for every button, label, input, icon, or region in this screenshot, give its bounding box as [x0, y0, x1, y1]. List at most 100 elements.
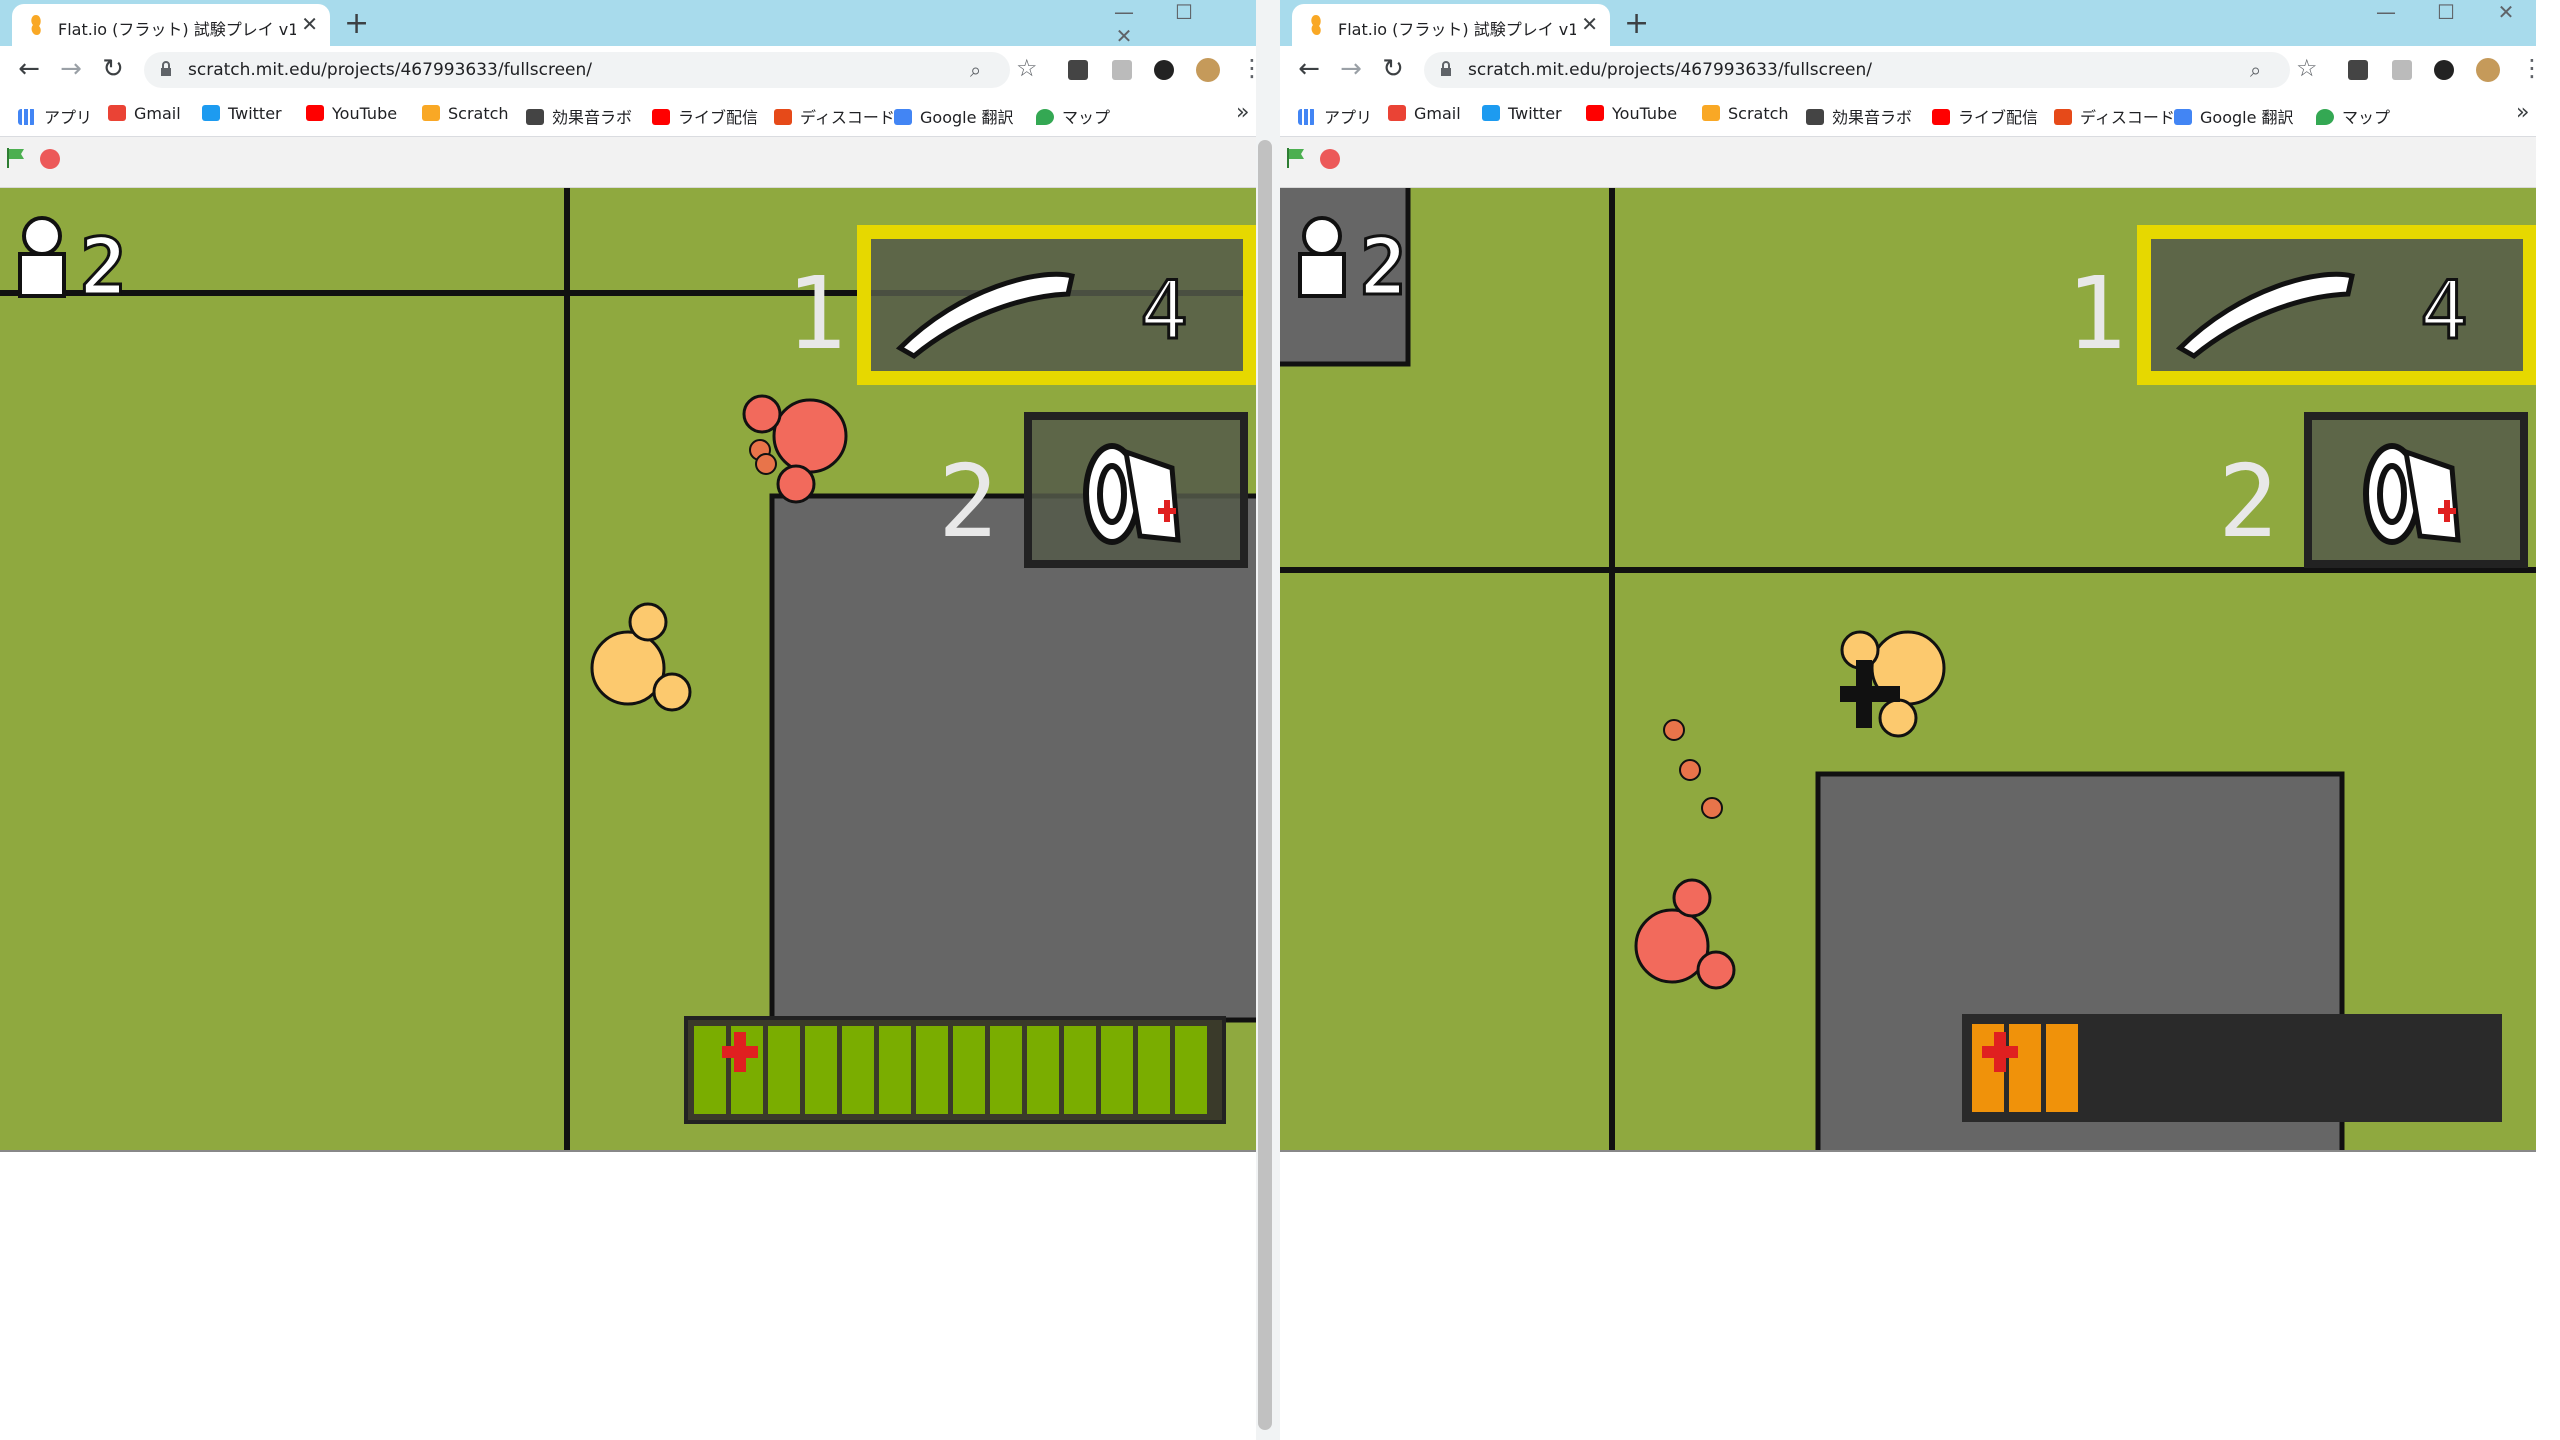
menu-icon[interactable]: ⋮ — [1240, 54, 1256, 82]
page-blank-area — [0, 1152, 1256, 1440]
browser-toolbar: ← → ↻ scratch.mit.edu/projects/467993633… — [0, 46, 1256, 94]
zoom-icon[interactable]: ⌕ — [2250, 58, 2261, 82]
bookmarks-more-icon[interactable]: » — [2516, 100, 2529, 125]
weapon-slot-1 — [857, 225, 1256, 385]
health-segment — [768, 1026, 800, 1114]
slot2-number: 2 — [938, 443, 998, 560]
address-bar[interactable]: scratch.mit.edu/projects/467993633/fulls… — [144, 52, 1010, 88]
bookmark-maps[interactable]: マップ — [2316, 104, 2390, 128]
extensions-puzzle-icon[interactable] — [1154, 60, 1174, 80]
player-count: 2 — [80, 223, 127, 313]
building — [769, 493, 1256, 1023]
slot1-number: 1 — [786, 255, 846, 372]
close-window-icon[interactable]: ✕ — [2476, 2, 2536, 22]
extension-cast-icon[interactable] — [2392, 60, 2412, 80]
game-stage[interactable]: 2 1 4 2 — [1280, 188, 2536, 1152]
url-text: scratch.mit.edu/projects/467993633/fulls… — [188, 60, 593, 80]
reload-icon[interactable]: ↻ — [1376, 54, 1410, 84]
bookmark-twitter[interactable]: Twitter — [1482, 104, 1562, 123]
new-tab-button[interactable]: + — [344, 6, 369, 41]
bookmark-sound-lab[interactable]: 効果音ラボ — [1806, 104, 1912, 128]
scrollbar[interactable] — [1256, 0, 1280, 1440]
bookmark-youtube[interactable]: YouTube — [1586, 104, 1677, 123]
maximize-icon[interactable]: ☐ — [2416, 2, 2476, 22]
discord-icon — [2054, 109, 2072, 125]
extension-cast-icon[interactable] — [1112, 60, 1132, 80]
bookmark-sound-lab[interactable]: 効果音ラボ — [526, 104, 632, 128]
zoom-icon[interactable]: ⌕ — [970, 58, 981, 82]
stop-icon[interactable] — [40, 149, 60, 169]
minimize-icon[interactable]: — — [1094, 2, 1154, 22]
bookmark-star-icon[interactable]: ☆ — [2296, 54, 2318, 82]
scratch-favicon-icon — [1311, 15, 1321, 35]
slot1-number: 1 — [2066, 255, 2126, 372]
address-bar[interactable]: scratch.mit.edu/projects/467993633/fulls… — [1424, 52, 2290, 88]
maximize-icon[interactable]: ☐ — [1154, 2, 1214, 22]
gmail-icon — [108, 105, 126, 121]
bookmark-live[interactable]: ライブ配信 — [652, 104, 758, 128]
bookmarks-bar: アプリ Gmail Twitter YouTube Scratch 効果音ラボ … — [1280, 94, 2536, 137]
extension-qr-icon[interactable] — [2348, 60, 2368, 80]
forward-icon[interactable]: → — [1334, 54, 1368, 84]
back-icon[interactable]: ← — [1292, 54, 1326, 84]
health-segment — [990, 1026, 1022, 1114]
bookmark-youtube[interactable]: YouTube — [306, 104, 397, 123]
browser-tab[interactable]: Flat.io (フラット) 試験プレイ v1.0 on ✕ — [1292, 4, 1610, 46]
menu-icon[interactable]: ⋮ — [2520, 54, 2536, 82]
tab-close-icon[interactable]: ✕ — [1581, 12, 1598, 36]
bookmark-scratch[interactable]: Scratch — [1702, 104, 1789, 123]
bookmark-maps[interactable]: マップ — [1036, 104, 1110, 128]
bookmark-twitter[interactable]: Twitter — [202, 104, 282, 123]
bookmark-apps[interactable]: アプリ — [1298, 104, 1372, 128]
stop-icon[interactable] — [1320, 149, 1340, 169]
tab-title: Flat.io (フラット) 試験プレイ v1.0 on — [1338, 20, 1576, 39]
extensions-puzzle-icon[interactable] — [2434, 60, 2454, 80]
bookmark-translate[interactable]: Google 翻訳 — [2174, 104, 2294, 128]
profile-avatar[interactable] — [2476, 58, 2500, 82]
player-count-icon — [18, 216, 66, 298]
green-flag-icon[interactable] — [1286, 147, 1306, 169]
bookmark-discord[interactable]: ディスコード — [2054, 104, 2175, 128]
bookmark-live[interactable]: ライブ配信 — [1932, 104, 2038, 128]
browser-toolbar: ← → ↻ scratch.mit.edu/projects/467993633… — [1280, 46, 2536, 94]
window-controls: —☐✕ — [2356, 0, 2536, 36]
bookmark-translate[interactable]: Google 翻訳 — [894, 104, 1014, 128]
translate-icon — [2174, 109, 2192, 125]
health-segment — [842, 1026, 874, 1114]
browser-tab[interactable]: Flat.io (フラット) 試験プレイ v1.0 on ✕ — [12, 4, 330, 46]
bookmark-star-icon[interactable]: ☆ — [1016, 54, 1038, 82]
tab-strip: Flat.io (フラット) 試験プレイ v1.0 on ✕ + —☐✕ — [0, 0, 1256, 46]
bookmark-gmail[interactable]: Gmail — [108, 104, 181, 123]
health-segment — [1138, 1026, 1170, 1114]
tab-close-icon[interactable]: ✕ — [301, 12, 318, 36]
forward-icon[interactable]: → — [54, 54, 88, 84]
twitter-icon — [202, 105, 220, 121]
back-icon[interactable]: ← — [12, 54, 46, 84]
player-count-icon — [1298, 216, 1346, 298]
extension-qr-icon[interactable] — [1068, 60, 1088, 80]
health-segment — [805, 1026, 837, 1114]
profile-avatar[interactable] — [1196, 58, 1220, 82]
lock-icon — [161, 61, 171, 76]
scratch-icon — [422, 105, 440, 121]
health-segment — [1064, 1026, 1096, 1114]
new-tab-button[interactable]: + — [1624, 6, 1649, 41]
reload-icon[interactable]: ↻ — [96, 54, 130, 84]
health-segment — [2046, 1024, 2078, 1112]
game-stage[interactable]: 2 1 4 2 — [0, 188, 1256, 1152]
green-flag-icon[interactable] — [6, 147, 26, 169]
bookmark-gmail[interactable]: Gmail — [1388, 104, 1461, 123]
bookmark-apps[interactable]: アプリ — [18, 104, 92, 128]
health-segment — [1101, 1026, 1133, 1114]
minimize-icon[interactable]: — — [2356, 2, 2416, 22]
twitter-icon — [1482, 105, 1500, 121]
bookmark-scratch[interactable]: Scratch — [422, 104, 509, 123]
map-pin-icon — [1036, 109, 1054, 125]
health-segment — [1027, 1026, 1059, 1114]
bookmarks-more-icon[interactable]: » — [1236, 100, 1249, 125]
bookmark-discord[interactable]: ディスコード — [774, 104, 895, 128]
url-text: scratch.mit.edu/projects/467993633/fulls… — [1468, 60, 1873, 80]
slot2-number: 2 — [2218, 443, 2278, 560]
map-pin-icon — [2316, 109, 2334, 125]
close-window-icon[interactable]: ✕ — [1094, 26, 1154, 46]
